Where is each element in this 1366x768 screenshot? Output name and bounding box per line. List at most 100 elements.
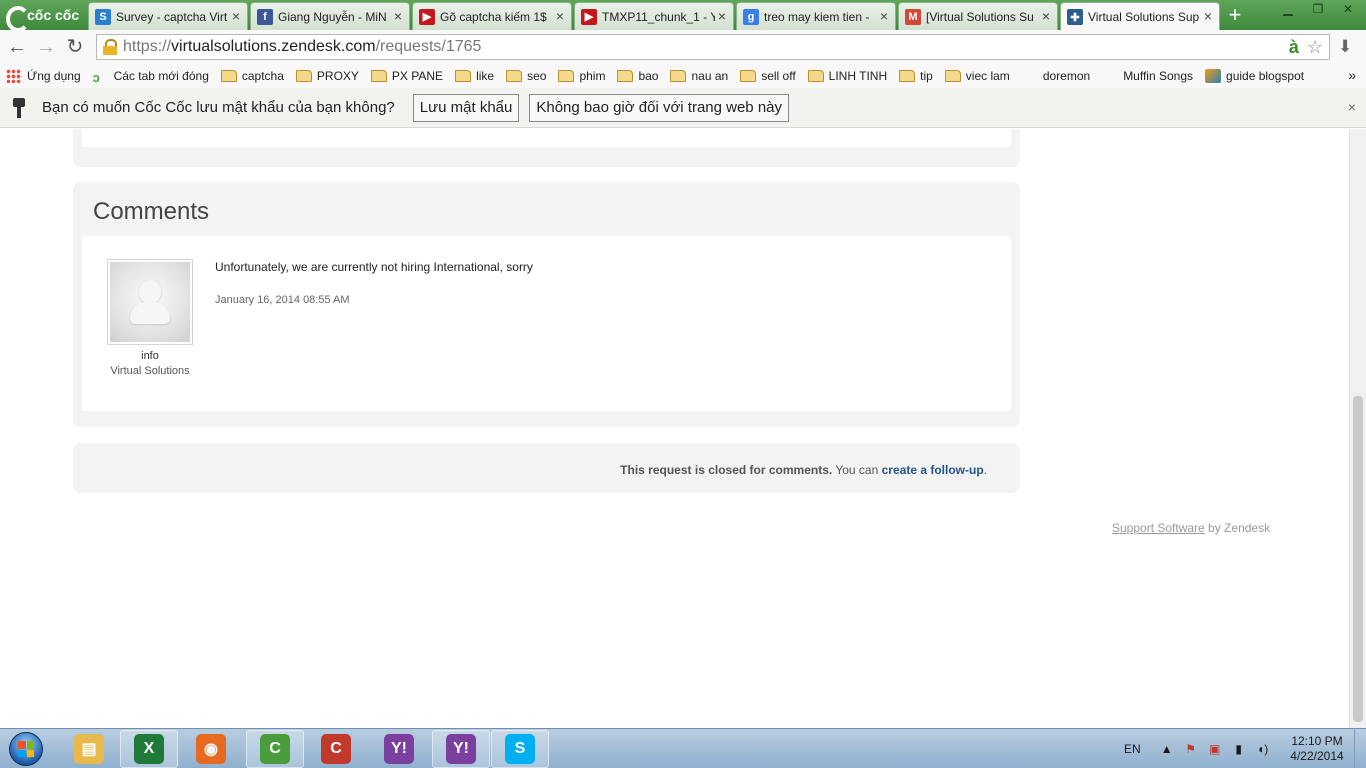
- bookmark-item[interactable]: tip: [899, 69, 933, 83]
- new-tab-button[interactable]: +: [1222, 4, 1248, 26]
- comments-heading: Comments: [93, 198, 210, 225]
- show-desktop-button[interactable]: [1354, 729, 1366, 768]
- language-indicator[interactable]: EN: [1124, 742, 1141, 756]
- bookmark-item[interactable]: doremon: [1022, 69, 1090, 83]
- never-save-button[interactable]: Không bao giờ đối với trang web này: [529, 93, 790, 122]
- page-scrollbar[interactable]: [1349, 129, 1366, 728]
- back-button[interactable]: ←: [6, 35, 28, 59]
- bookmark-label: PROXY: [316, 69, 359, 83]
- reload-button[interactable]: ↻: [64, 35, 86, 59]
- bookmark-item[interactable]: guide blogspot: [1205, 69, 1304, 83]
- browser-tab[interactable]: M [Virtual Solutions Su ×: [898, 2, 1058, 30]
- tab-title: Gõ captcha kiếm 1$: [440, 9, 547, 24]
- tab-close-icon[interactable]: ×: [716, 9, 728, 23]
- yahoo-messenger-2-icon: Y!: [446, 734, 476, 764]
- start-button[interactable]: [3, 730, 49, 768]
- bookmark-item[interactable]: Ứng dụng: [6, 69, 81, 83]
- forward-button[interactable]: →: [35, 35, 57, 59]
- address-bar[interactable]: https://virtualsolutions.zendesk.com/req…: [96, 34, 1330, 60]
- bookmarks-bar: Ứng dụng ↄ Các tab mới đóng captcha PROXY PX …: [0, 64, 1366, 88]
- support-software-link[interactable]: Support Software: [1112, 521, 1205, 535]
- comment-timestamp: January 16, 2014 08:55 AM: [215, 294, 350, 306]
- minimize-button[interactable]: ▁: [1276, 0, 1300, 18]
- bookmark-item[interactable]: viec lam: [944, 69, 1010, 83]
- bookmark-item[interactable]: sell off: [740, 69, 796, 83]
- infobar-close-icon[interactable]: ×: [1348, 99, 1356, 115]
- brand-label: cốc cốc: [27, 7, 80, 23]
- comment-item: info Virtual Solutions Unfortunately, we…: [82, 236, 1011, 411]
- bookmark-label: nau an: [691, 69, 729, 83]
- browser-tab[interactable]: ▶ TMXP11_chunk_1 - Y ×: [574, 2, 734, 30]
- youtube-icon: [1102, 70, 1118, 83]
- folder-icon: [617, 70, 634, 82]
- tab-title: [Virtual Solutions Su: [926, 9, 1034, 24]
- bookmark-label: phim: [579, 69, 606, 83]
- tab-title: TMXP11_chunk_1 - Y: [602, 9, 715, 24]
- action-center-icon[interactable]: ⚑: [1183, 741, 1199, 757]
- tab-title: Survey - captcha Virt: [116, 9, 228, 24]
- tab-close-icon[interactable]: ×: [554, 9, 566, 23]
- tab-title: treo may kiem tien -: [764, 9, 870, 24]
- bookmark-item[interactable]: LINH TINH: [807, 69, 887, 83]
- bookmark-star-icon[interactable]: ☆: [1307, 37, 1323, 58]
- closed-notice: This request is closed for comments. You…: [73, 443, 1020, 493]
- omnibox-actions: à ☆: [1289, 37, 1323, 58]
- taskbar-app-button[interactable]: Y!: [370, 730, 428, 768]
- tray-expand-icon[interactable]: ▲: [1159, 741, 1175, 757]
- bookmark-item[interactable]: seo: [506, 69, 546, 83]
- taskbar-app-button[interactable]: X: [120, 730, 178, 768]
- save-password-button[interactable]: Lưu mật khẩu: [412, 93, 520, 122]
- browser-tab[interactable]: ✚ Virtual Solutions Sup ×: [1060, 2, 1220, 31]
- key-icon: [12, 97, 26, 118]
- bookmark-label: sell off: [761, 69, 796, 83]
- bookmark-item[interactable]: Muffin Songs: [1102, 69, 1193, 83]
- bookmark-item[interactable]: captcha: [220, 69, 284, 83]
- tab-close-icon[interactable]: ×: [878, 9, 890, 23]
- close-window-button[interactable]: ✕: [1336, 0, 1360, 18]
- browser-tab[interactable]: ▶ Gõ captcha kiếm 1$ ×: [412, 2, 572, 30]
- tray-app-icon[interactable]: ▣: [1207, 741, 1223, 757]
- youtube-icon: [1022, 70, 1038, 83]
- comment-organization: Virtual Solutions: [110, 365, 190, 377]
- tab-list: S Survey - captcha Virt × f Giang Nguyễn - M…: [88, 2, 1222, 31]
- browser-tab[interactable]: S Survey - captcha Virt ×: [88, 2, 248, 30]
- taskbar-app-button[interactable]: Y!: [432, 730, 490, 768]
- bookmarks-more-button[interactable]: »: [1348, 67, 1356, 83]
- maximize-button[interactable]: ❐: [1306, 0, 1330, 18]
- taskbar-app-button[interactable]: ▤: [60, 730, 118, 768]
- taskbar-app-button[interactable]: C: [307, 730, 365, 768]
- bookmark-item[interactable]: ↄ Các tab mới đóng: [93, 69, 209, 85]
- bookmark-item[interactable]: phim: [558, 69, 605, 83]
- coccoc-brand[interactable]: cốc cốc: [0, 0, 88, 32]
- avatar: [107, 259, 193, 345]
- tab-close-icon[interactable]: ×: [392, 9, 404, 23]
- tab-close-icon[interactable]: ×: [230, 9, 242, 23]
- yahoo-messenger-icon: Y!: [384, 734, 414, 764]
- download-icon[interactable]: ⬇: [1338, 37, 1352, 57]
- translate-icon[interactable]: à: [1289, 37, 1299, 58]
- save-password-infobar: Bạn có muốn Cốc Cốc lưu mật khẩu của bạn…: [0, 88, 1366, 128]
- bookmark-item[interactable]: bao: [617, 69, 658, 83]
- tab-close-icon[interactable]: ×: [1040, 9, 1052, 23]
- browser-tab[interactable]: f Giang Nguyễn - MiN ×: [250, 2, 410, 30]
- volume-icon[interactable]: ◖): [1255, 741, 1271, 757]
- bookmark-label: Các tab mới đóng: [113, 69, 209, 83]
- taskbar-app-button[interactable]: C: [246, 730, 304, 768]
- create-followup-link[interactable]: create a follow-up: [882, 463, 984, 477]
- taskbar-app-button[interactable]: ◉: [182, 730, 240, 768]
- bookmark-item[interactable]: like: [455, 69, 494, 83]
- tab-close-icon[interactable]: ×: [1202, 9, 1214, 23]
- bookmark-item[interactable]: PX PANE: [370, 69, 443, 83]
- taskbar-app-button[interactable]: S: [491, 730, 549, 768]
- tab-title: Giang Nguyễn - MiN: [278, 9, 387, 24]
- folder-icon: [807, 70, 824, 82]
- folder-icon: [899, 70, 916, 82]
- network-icon[interactable]: ▮: [1231, 741, 1247, 757]
- clock[interactable]: 12:10 PM 4/22/2014: [1282, 734, 1352, 764]
- bookmark-item[interactable]: nau an: [670, 69, 728, 83]
- windows-logo-icon: [9, 732, 43, 766]
- scrollbar-thumb[interactable]: [1353, 396, 1363, 722]
- bookmark-item[interactable]: PROXY: [295, 69, 359, 83]
- url-host: virtualsolutions.zendesk.com: [171, 38, 376, 55]
- browser-tab[interactable]: g treo may kiem tien - ×: [736, 2, 896, 30]
